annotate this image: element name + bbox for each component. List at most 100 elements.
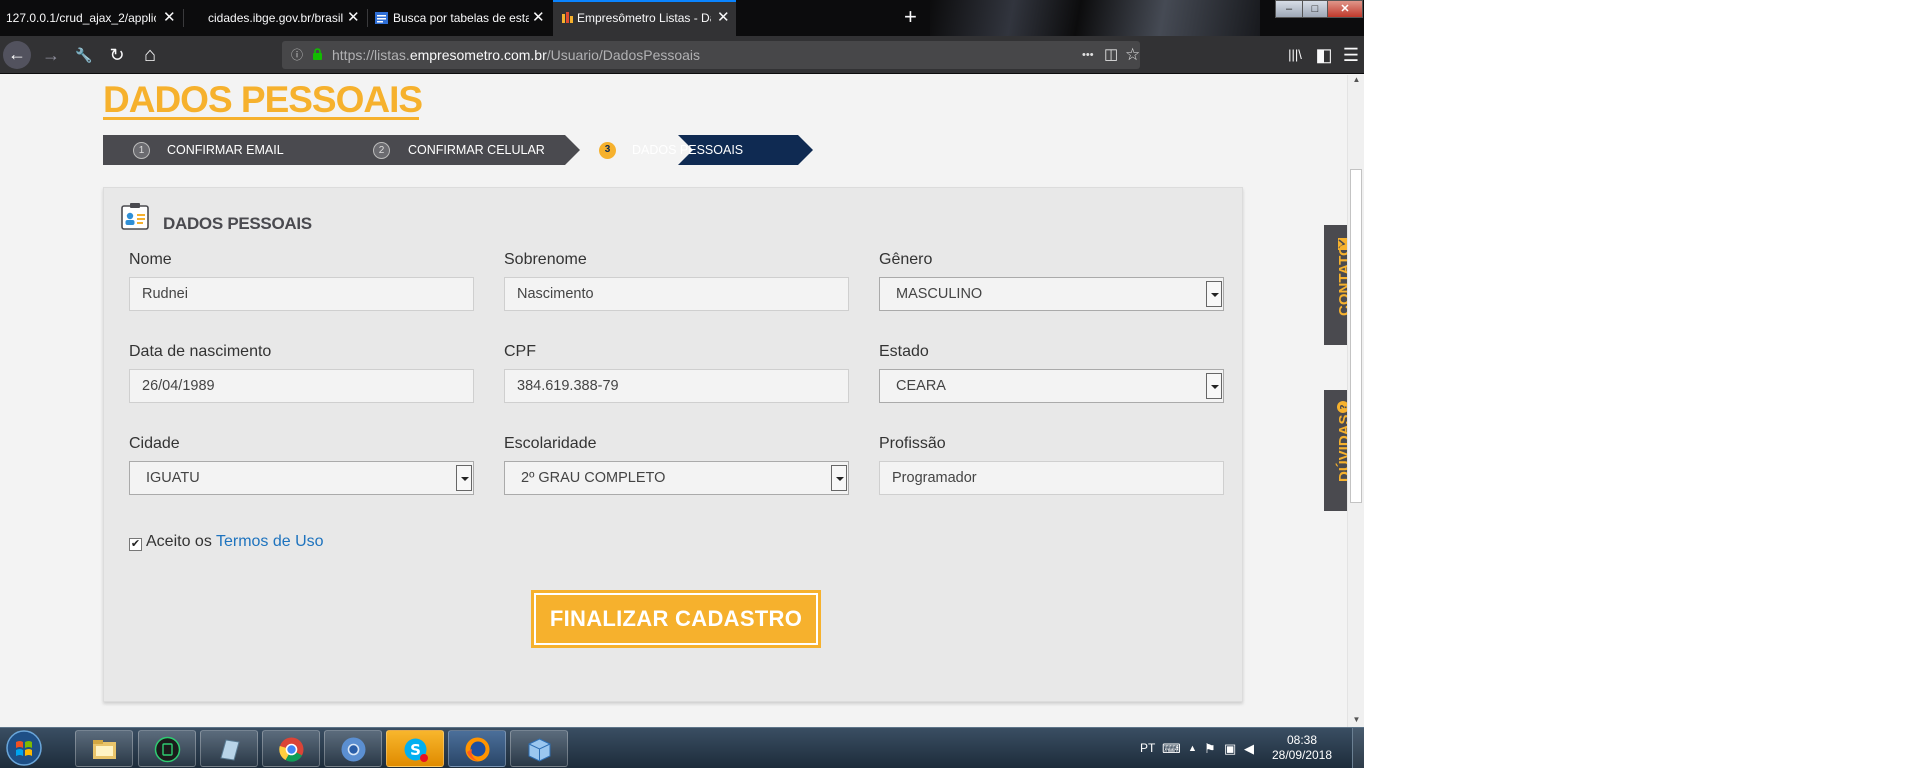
document-favicon-icon (375, 12, 388, 24)
forward-button[interactable]: → (38, 36, 64, 74)
profissao-input[interactable]: Programador (879, 461, 1224, 495)
estado-select[interactable]: CEARA (879, 369, 1224, 403)
firefox-icon (465, 737, 490, 762)
contato-side-tab[interactable]: CONTATO (1324, 225, 1347, 345)
taskbar-skype[interactable]: S (386, 730, 444, 767)
taskbar-editor[interactable] (200, 730, 258, 767)
clock[interactable]: 08:38 28/09/2018 (1262, 733, 1342, 763)
terminal-app-icon (154, 736, 181, 763)
page-actions-icon[interactable]: ••• (1082, 41, 1094, 69)
page-title: DADOS PESSOAIS (103, 79, 423, 120)
step-label: DADOS PESSOAIS (632, 143, 744, 157)
duvidas-side-tab[interactable]: ? DÚVIDAS (1324, 390, 1347, 511)
tools-icon[interactable]: 🔧 (72, 36, 96, 74)
chromium-icon (341, 737, 366, 762)
start-button[interactable] (4, 729, 44, 767)
cidade-select[interactable]: IGUATU (129, 461, 474, 495)
taskbar-explorer[interactable] (75, 730, 133, 767)
step-number: 2 (373, 142, 390, 159)
minimize-button[interactable]: – (1275, 0, 1303, 18)
scroll-up-arrow-icon[interactable]: ▲ (1348, 75, 1364, 87)
lock-icon (313, 48, 322, 60)
genero-select[interactable]: MASCULINO (879, 277, 1224, 311)
tab-empresometro[interactable]: Empresômetro Listas - Dados P ✕ (553, 0, 736, 36)
card-title: DADOS PESSOAIS (163, 214, 312, 233)
page-content: DADOS PESSOAIS 1 CONFIRMAR EMAIL 2 CONFI… (0, 75, 1347, 727)
browser-window: 127.0.0.1/crud_ajax_2/application/ ✕ cid… (0, 0, 1364, 768)
tab-close-icon[interactable]: ✕ (163, 0, 176, 36)
scroll-down-arrow-icon[interactable]: ▼ (1348, 715, 1364, 727)
menu-icon[interactable]: ☰ (1340, 36, 1362, 74)
terms-checkbox[interactable]: ✔ (129, 538, 142, 551)
new-tab-button[interactable]: + (904, 4, 917, 30)
keyboard-icon[interactable]: ⌨ (1162, 728, 1181, 768)
scrollbar-thumb[interactable] (1350, 169, 1362, 503)
reload-button[interactable]: ↻ (104, 36, 130, 74)
step-number: 1 (133, 142, 150, 159)
maximize-button[interactable]: □ (1302, 0, 1328, 18)
taskbar-virtualbox[interactable] (510, 730, 568, 767)
url-text[interactable]: https://listas.empresometro.com.br/Usuar… (332, 41, 700, 69)
nascimento-input[interactable]: 26/04/1989 (129, 369, 474, 403)
url-bar[interactable]: ⓘ https://listas.empresometro.com.br/Usu… (282, 41, 1140, 69)
tab-crud-ajax[interactable]: 127.0.0.1/crud_ajax_2/application/ ✕ (0, 0, 182, 36)
chevron-down-icon[interactable] (1206, 281, 1222, 307)
tab-ibge[interactable]: cidades.ibge.gov.br/brasil/ce/ig ✕ (184, 0, 366, 36)
tab-busca-tabelas[interactable]: Busca por tabelas de estabeleci ✕ (368, 0, 550, 36)
escolaridade-selected: 2º GRAU COMPLETO (521, 470, 666, 486)
window-close-button[interactable]: ✕ (1327, 0, 1363, 18)
cpf-input[interactable]: 384.619.388-79 (504, 369, 849, 403)
home-button[interactable]: ⌂ (136, 36, 164, 74)
nome-input[interactable]: Rudnei (129, 277, 474, 311)
site-info-icon[interactable]: ⓘ (291, 41, 303, 69)
svg-text:S: S (410, 741, 421, 759)
tab-title: Busca por tabelas de estabeleci (393, 11, 529, 25)
vertical-scrollbar[interactable]: ▲ ▼ (1347, 75, 1364, 727)
step-label: CONFIRMAR CELULAR (408, 143, 545, 157)
url-path: /Usuario/DadosPessoais (546, 47, 701, 63)
terms-row: ✔ Aceito os Termos de Uso (129, 533, 324, 551)
progress-stepper: 1 CONFIRMAR EMAIL 2 CONFIRMAR CELULAR 3 … (103, 135, 813, 165)
taskbar-chromium[interactable] (324, 730, 382, 767)
tab-close-icon[interactable]: ✕ (347, 0, 360, 36)
finalizar-cadastro-button[interactable]: FINALIZAR CADASTRO (531, 590, 821, 648)
windows-taskbar: S PT ⌨ ▲ ⚑ ▣ ◀ 08:38 28/09/2018 (0, 727, 1364, 768)
url-domain: empresometro.com.br (409, 47, 547, 63)
id-card-icon (121, 203, 149, 230)
sobrenome-input[interactable]: Nascimento (504, 277, 849, 311)
taskbar-chrome[interactable] (262, 730, 320, 767)
chevron-down-icon[interactable] (456, 465, 472, 491)
language-indicator[interactable]: PT (1140, 728, 1155, 768)
taskbar-terminal-app[interactable] (138, 730, 196, 767)
back-button[interactable]: ← (3, 41, 31, 69)
chevron-down-icon[interactable] (831, 465, 847, 491)
taskbar-firefox[interactable] (448, 730, 506, 767)
tab-close-icon[interactable]: ✕ (717, 2, 730, 34)
volume-icon[interactable]: ◀ (1244, 728, 1254, 768)
genero-selected: MASCULINO (896, 286, 983, 302)
title-underline (103, 117, 419, 120)
cube-icon (528, 738, 551, 762)
url-prefix: https://listas. (332, 47, 410, 63)
nascimento-label: Data de nascimento (129, 343, 272, 360)
library-icon[interactable]: |||\ (1282, 36, 1308, 74)
clock-time: 08:38 (1286, 733, 1318, 747)
genero-label: Gênero (879, 251, 933, 268)
show-hidden-icons-icon[interactable]: ▲ (1188, 728, 1197, 768)
estado-selected: CEARA (896, 378, 946, 394)
chrome-icon (279, 737, 304, 762)
sidebar-icon[interactable]: ◧ (1312, 36, 1336, 74)
terms-link[interactable]: Termos de Uso (216, 533, 324, 550)
profissao-label: Profissão (879, 435, 946, 452)
chevron-down-icon[interactable] (1206, 373, 1222, 399)
pocket-icon[interactable]: ◫ (1104, 41, 1118, 69)
escolaridade-select[interactable]: 2º GRAU COMPLETO (504, 461, 849, 495)
cpf-label: CPF (504, 343, 536, 360)
tab-close-icon[interactable]: ✕ (532, 0, 545, 36)
nome-label: Nome (129, 251, 172, 268)
network-icon[interactable]: ▣ (1224, 728, 1236, 768)
bookmark-star-icon[interactable]: ☆ (1125, 41, 1140, 69)
flag-icon[interactable]: ⚑ (1204, 728, 1216, 768)
notebook-icon (220, 739, 240, 761)
show-desktop-button[interactable] (1352, 728, 1364, 768)
